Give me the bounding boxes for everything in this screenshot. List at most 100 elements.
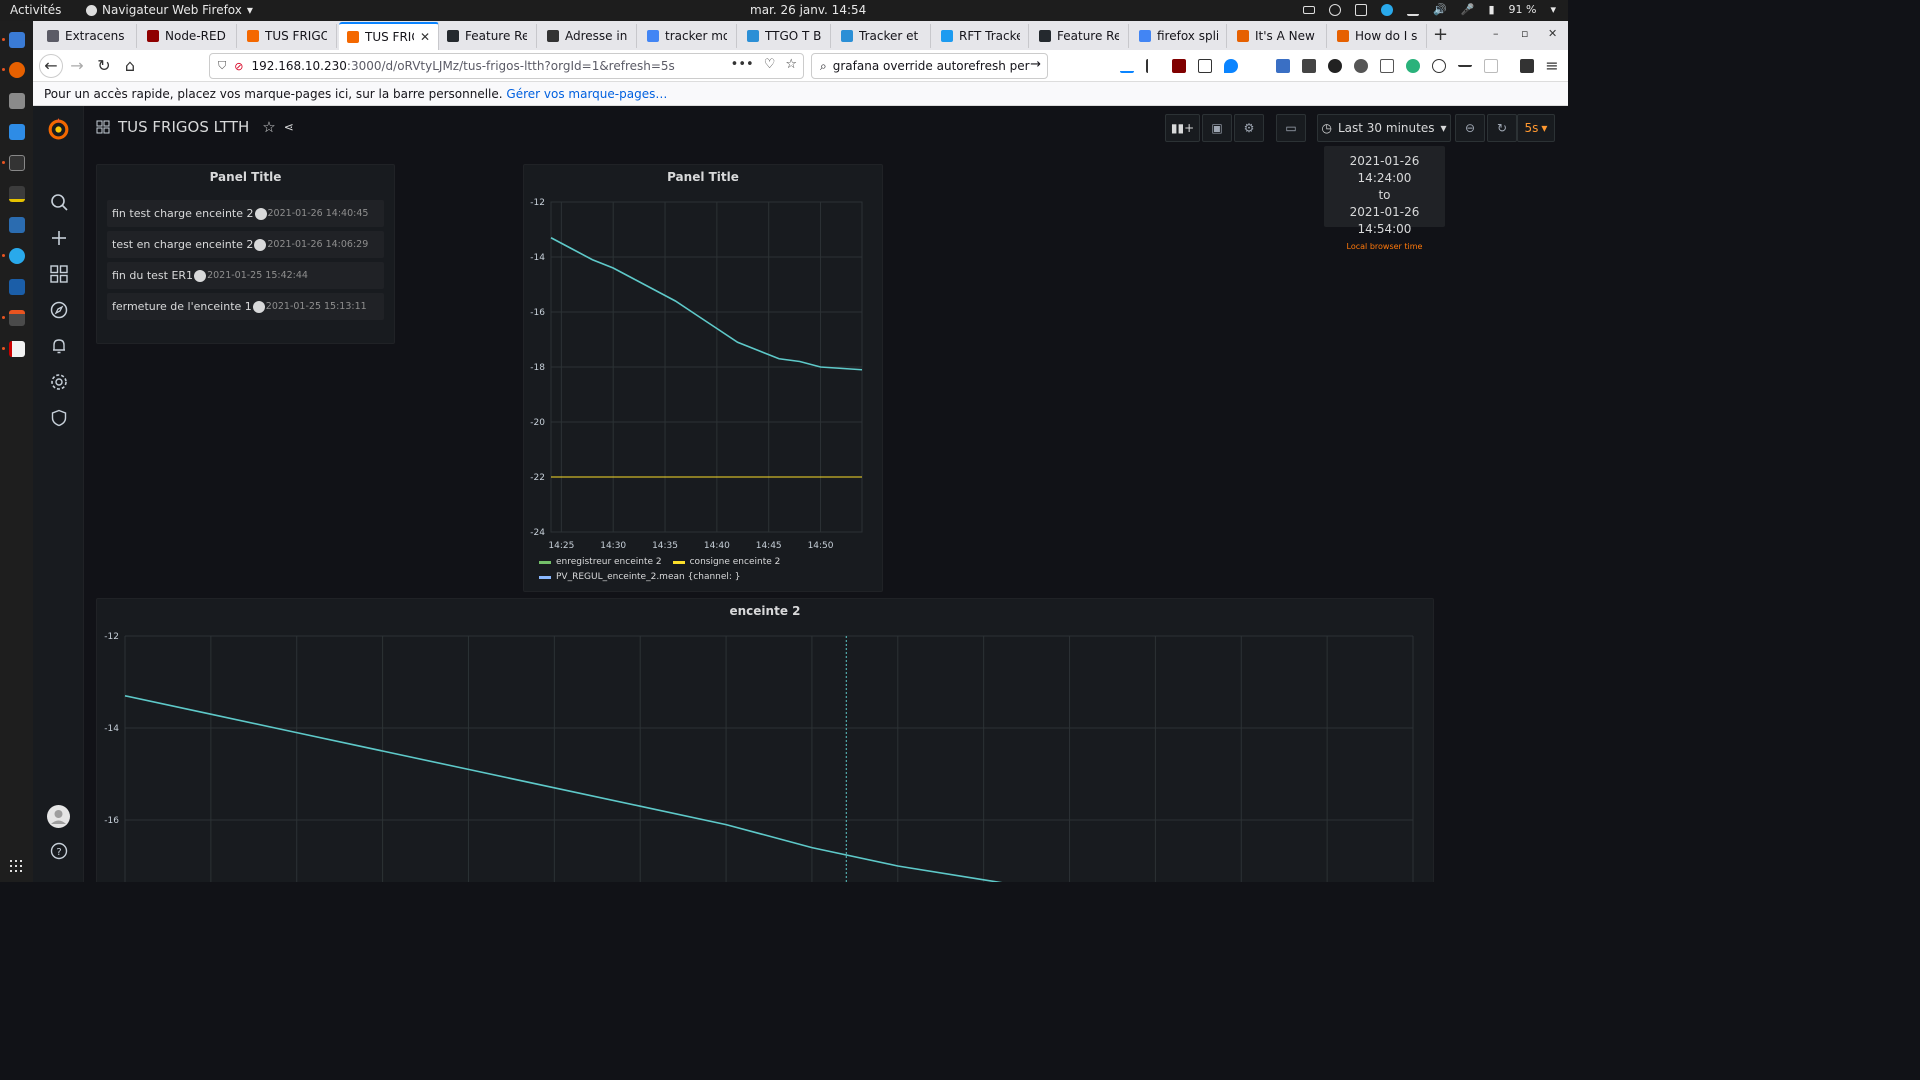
close-window-icon[interactable]: ✕ [1548, 27, 1557, 40]
time-picker-button[interactable]: ◷ Last 30 minutes ▾ [1317, 114, 1451, 142]
annotation-item[interactable]: test en charge enceinte 2 2021-01-26 14:0… [107, 231, 384, 258]
home-button[interactable]: ⌂ [119, 55, 141, 77]
running-indicator [2, 68, 5, 71]
browser-tab[interactable]: tracker mod [639, 24, 737, 48]
files-icon[interactable] [9, 93, 25, 109]
panel-title[interactable]: Panel Title [524, 170, 882, 184]
legend-item[interactable]: PV_REGUL_enceinte_2.mean {channel: } [556, 572, 741, 582]
grafana-logo-icon[interactable] [46, 116, 71, 141]
activities-button[interactable]: Activités [10, 3, 61, 17]
url-bar[interactable]: ⛉ ⊘ 192.168.10.230 :3000/d/oRVtyLJMz/tus… [209, 53, 804, 79]
search-icon[interactable] [50, 193, 68, 211]
browser-tab[interactable]: Tracker et M [833, 24, 931, 48]
browser-tab[interactable]: Adresse int [539, 24, 637, 48]
manage-bookmarks-link[interactable]: Gérer vos marque-pages… [506, 87, 667, 101]
share-icon[interactable]: ⋖ [284, 120, 294, 134]
drop-icon[interactable] [1224, 59, 1238, 73]
page-actions-icon[interactable]: ••• [731, 57, 754, 72]
alerting-bell-icon[interactable] [50, 337, 68, 355]
save-dashboard-button[interactable]: ▣ [1202, 114, 1232, 142]
chart-wide[interactable]: -12-14-16-18-20-22 [97, 627, 1435, 882]
mail-icon[interactable] [1302, 59, 1316, 73]
browser-tab[interactable]: TUS FRIGOS [239, 24, 337, 48]
telegram-icon[interactable] [9, 248, 25, 264]
extension-icon[interactable] [1328, 59, 1342, 73]
new-tab-button[interactable]: + [1433, 24, 1448, 45]
search-bar[interactable]: ⌕ grafana override autorefresh per → [811, 53, 1048, 79]
terminal-icon[interactable] [9, 155, 25, 171]
favorite-star-icon[interactable]: ☆ [262, 118, 275, 136]
chart-small[interactable]: -12 -14 -16 -18 -20 -22 -2414:25 14:30 14:35 14:4… [524, 193, 884, 583]
account-icon[interactable] [1432, 59, 1446, 73]
zoom-out-button[interactable]: ⊖ [1455, 114, 1485, 142]
browser-tab[interactable]: Node-RED : [139, 24, 237, 48]
server-admin-shield-icon[interactable] [50, 409, 68, 427]
save-page-icon[interactable] [1276, 59, 1290, 73]
panel-title[interactable]: enceinte 2 [97, 604, 1433, 618]
legend-item[interactable]: enregistreur enceinte 2 [556, 557, 662, 567]
vscode-icon[interactable] [9, 217, 25, 233]
pocket-icon[interactable]: ♡ [764, 57, 776, 72]
browser-tab[interactable]: RFT Tracker [933, 24, 1029, 48]
document-viewer-icon[interactable] [9, 341, 25, 357]
search-input[interactable]: grafana override autorefresh per [833, 59, 1030, 73]
browser-tab[interactable]: Feature Rec [1031, 24, 1129, 48]
reload-button[interactable]: ↻ [93, 55, 115, 77]
search-go-icon[interactable]: → [1030, 57, 1041, 72]
browser-tab[interactable]: firefox split [1131, 24, 1227, 48]
minimize-icon[interactable]: – [1493, 27, 1499, 40]
create-plus-icon[interactable] [50, 229, 68, 247]
sidebar-icon[interactable] [1198, 59, 1212, 73]
extensions-menu-icon[interactable] [1520, 59, 1534, 73]
refresh-interval-picker[interactable]: 5s ▾ [1517, 114, 1555, 142]
system-tray[interactable]: 🔊 🎤 ▮ 91 % ▾ [1303, 3, 1556, 16]
refresh-button[interactable]: ↻ [1487, 114, 1517, 142]
annotation-item[interactable]: fin test charge enceinte 2 2021-01-26 14:… [107, 200, 384, 227]
screen-icon[interactable] [1380, 59, 1394, 73]
ublock-icon[interactable] [1172, 59, 1186, 73]
virtualbox-icon[interactable] [9, 279, 25, 295]
extension-icon[interactable] [1354, 59, 1368, 73]
connection-icon[interactable] [1458, 59, 1472, 67]
annotation-item[interactable]: fermeture de l'enceinte 1 2021-01-25 15:1… [107, 293, 384, 320]
configuration-gear-icon[interactable] [50, 373, 68, 391]
calculator-icon[interactable] [9, 310, 25, 326]
back-button[interactable]: ← [39, 54, 63, 78]
thunderbird-icon[interactable] [9, 32, 25, 48]
show-applications-icon[interactable] [10, 860, 22, 872]
browser-tab[interactable]: Feature Rec [439, 24, 537, 48]
library-icon[interactable] [1146, 59, 1160, 73]
writer-icon[interactable] [9, 124, 25, 140]
browser-tab[interactable]: Extracens [39, 24, 137, 48]
add-panel-button[interactable]: ▮▮+ [1165, 114, 1200, 142]
shield-icon[interactable]: ⛉ [218, 59, 226, 73]
browser-tab[interactable]: It's A New F [1229, 24, 1327, 48]
annotation-item[interactable]: fin du test ER1 2021-01-25 15:42:44 [107, 262, 384, 289]
explore-compass-icon[interactable] [50, 301, 68, 319]
firefox-icon[interactable] [9, 62, 25, 78]
script-icon[interactable] [9, 186, 25, 202]
user-avatar-icon[interactable] [47, 805, 70, 828]
browser-tab[interactable]: How do I sp [1329, 24, 1427, 48]
tab-label: Feature Rec [1057, 29, 1119, 43]
device-icon[interactable] [1484, 59, 1498, 73]
app-menu[interactable]: Navigateur Web Firefox ▾ [86, 3, 253, 17]
help-icon[interactable]: ? [50, 842, 68, 860]
download-icon[interactable] [1120, 59, 1134, 73]
system-clock[interactable]: mar. 26 janv. 14:54 [750, 3, 866, 17]
dashboard-title[interactable]: TUS FRIGOS LTTH [118, 118, 249, 136]
cycle-view-mode-button[interactable]: ▭ [1276, 114, 1306, 142]
forward-button[interactable]: → [66, 55, 88, 77]
extension-icon[interactable] [1406, 59, 1420, 73]
browser-tab[interactable]: TTGO T BEA [739, 24, 831, 48]
maximize-icon[interactable]: ▫ [1521, 27, 1528, 40]
panel-title[interactable]: Panel Title [97, 170, 394, 184]
dashboards-icon[interactable] [50, 265, 68, 283]
close-tab-icon[interactable]: ✕ [420, 30, 430, 44]
insecure-lock-icon[interactable]: ⊘ [234, 60, 243, 73]
bookmark-star-icon[interactable]: ☆ [785, 57, 797, 72]
legend-item[interactable]: consigne enceinte 2 [690, 557, 781, 567]
hamburger-menu-icon[interactable]: ≡ [1541, 55, 1563, 77]
dashboard-settings-button[interactable]: ⚙ [1234, 114, 1264, 142]
browser-tab[interactable]: TUS FRIG ✕ [339, 22, 439, 50]
